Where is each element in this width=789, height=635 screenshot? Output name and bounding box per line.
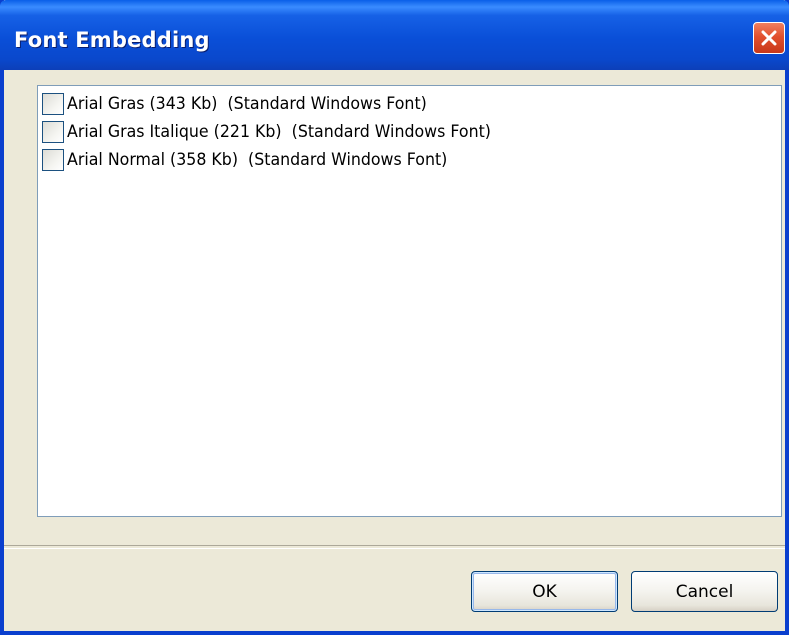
button-area-divider [4, 545, 785, 549]
font-checkbox[interactable] [42, 149, 64, 171]
ok-button[interactable]: OK [471, 571, 618, 612]
font-list-item[interactable]: Arial Gras (343 Kb) (Standard Windows Fo… [42, 90, 454, 118]
font-item-label: Arial Gras (343 Kb) (Standard Windows Fo… [67, 94, 427, 114]
close-button[interactable] [753, 22, 785, 54]
dialog-title: Font Embedding [14, 28, 210, 52]
cancel-button[interactable]: Cancel [631, 571, 778, 612]
title-bar[interactable]: Font Embedding [0, 0, 789, 70]
font-checkbox[interactable] [42, 121, 64, 143]
font-list-item[interactable]: Arial Normal (358 Kb) (Standard Windows … [42, 146, 476, 174]
font-list[interactable]: Arial Gras (343 Kb) (Standard Windows Fo… [37, 85, 782, 517]
font-item-label: Arial Gras Italique (221 Kb) (Standard W… [67, 122, 491, 142]
font-item-label: Arial Normal (358 Kb) (Standard Windows … [67, 150, 448, 170]
font-embedding-dialog: Font Embedding Arial Gras (343 Kb) (Stan… [0, 0, 789, 635]
font-checkbox[interactable] [42, 93, 64, 115]
font-list-item[interactable]: Arial Gras Italique (221 Kb) (Standard W… [42, 118, 523, 146]
close-x-icon [761, 30, 777, 46]
